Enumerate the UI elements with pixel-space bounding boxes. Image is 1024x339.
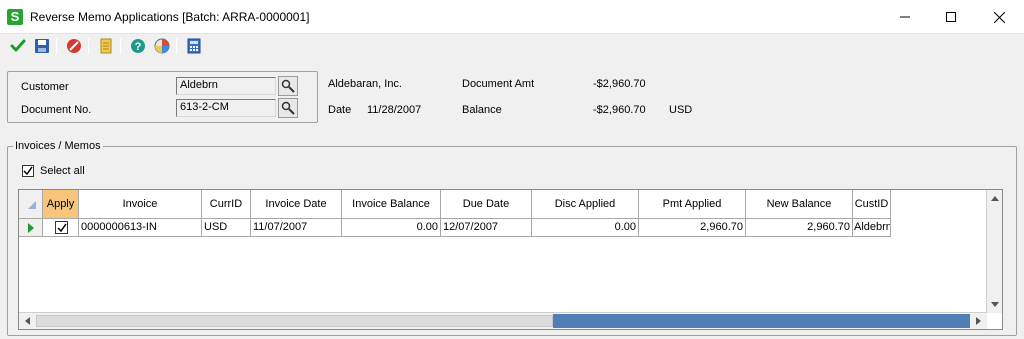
table-row[interactable]: 0000000613-IN USD 11/07/2007 0.00 12/07/… bbox=[19, 219, 987, 237]
toolbar: ? bbox=[0, 34, 1024, 58]
minimize-icon bbox=[900, 16, 910, 18]
select-all-label: Select all bbox=[40, 165, 85, 177]
custid-cell[interactable]: Aldebrn bbox=[853, 219, 891, 237]
toolbar-separator bbox=[176, 38, 177, 54]
maximize-button[interactable] bbox=[928, 0, 974, 34]
pmt-applied-cell[interactable]: 2,960.70 bbox=[639, 219, 746, 237]
arrow-down-icon bbox=[991, 301, 999, 307]
grid-header-row: Apply Invoice CurrID Invoice Date Invoic… bbox=[19, 190, 987, 219]
calculator-button[interactable] bbox=[184, 36, 204, 56]
svg-text:?: ? bbox=[135, 41, 142, 53]
web-button[interactable] bbox=[152, 36, 172, 56]
minimize-button[interactable] bbox=[882, 0, 928, 34]
invoice-cell[interactable]: 0000000613-IN bbox=[79, 219, 202, 237]
window-title: Reverse Memo Applications [Batch: ARRA-0… bbox=[30, 10, 310, 24]
currid-cell[interactable]: USD bbox=[202, 219, 251, 237]
help-button[interactable]: ? bbox=[128, 36, 148, 56]
maximize-icon bbox=[946, 12, 956, 22]
column-header-custid[interactable]: CustID bbox=[853, 190, 891, 219]
help-icon: ? bbox=[131, 39, 145, 53]
disc-applied-cell[interactable]: 0.00 bbox=[532, 219, 639, 237]
column-header-pmt-applied[interactable]: Pmt Applied bbox=[639, 190, 746, 219]
date-label: Date bbox=[328, 104, 352, 116]
select-all-checkbox[interactable] bbox=[22, 165, 34, 177]
scroll-left-button[interactable] bbox=[19, 313, 35, 329]
close-button[interactable] bbox=[976, 0, 1022, 34]
checkmark-icon bbox=[56, 223, 67, 232]
apply-checkbox[interactable] bbox=[55, 221, 68, 234]
search-icon bbox=[281, 101, 295, 115]
column-header-invoice-balance[interactable]: Invoice Balance bbox=[342, 190, 441, 219]
checkmark-icon bbox=[10, 39, 26, 52]
column-header-apply[interactable]: Apply bbox=[43, 190, 79, 219]
vertical-scrollbar[interactable] bbox=[986, 190, 1002, 313]
notes-icon bbox=[100, 38, 112, 54]
toolbar-separator bbox=[120, 38, 121, 54]
apply-cell[interactable] bbox=[43, 219, 79, 237]
document-no-field[interactable]: 613-2-CM bbox=[176, 99, 276, 117]
title-bar: S Reverse Memo Applications [Batch: ARRA… bbox=[0, 0, 1024, 34]
arrow-left-icon bbox=[24, 317, 30, 325]
customer-name: Aldebaran, Inc. bbox=[328, 78, 402, 90]
finish-button[interactable] bbox=[8, 36, 28, 56]
grid-corner-cell[interactable] bbox=[19, 190, 43, 219]
customer-label: Customer bbox=[21, 81, 69, 93]
toolbar-separator bbox=[56, 38, 57, 54]
invoice-balance-cell[interactable]: 0.00 bbox=[342, 219, 441, 237]
invoices-grid[interactable]: Apply Invoice CurrID Invoice Date Invoic… bbox=[18, 189, 1003, 330]
save-icon bbox=[35, 39, 49, 53]
arrow-up-icon bbox=[991, 195, 999, 201]
close-icon bbox=[993, 11, 1005, 23]
document-lookup-button[interactable] bbox=[278, 98, 298, 118]
horizontal-scrollbar[interactable] bbox=[19, 312, 987, 329]
scroll-down-button[interactable] bbox=[987, 296, 1002, 312]
column-header-invoice[interactable]: Invoice bbox=[79, 190, 202, 219]
arrow-right-icon bbox=[975, 317, 981, 325]
current-row-indicator[interactable] bbox=[19, 219, 43, 237]
invoice-date-cell[interactable]: 11/07/2007 bbox=[251, 219, 342, 237]
cancel-button[interactable] bbox=[64, 36, 84, 56]
balance-label: Balance bbox=[462, 104, 502, 116]
document-amt-value: -$2,960.70 bbox=[593, 78, 646, 90]
currency-label: USD bbox=[669, 104, 693, 116]
web-icon bbox=[154, 38, 170, 54]
document-amt-label: Document Amt bbox=[462, 78, 535, 90]
customer-lookup-button[interactable] bbox=[278, 76, 298, 96]
column-header-currid[interactable]: CurrID bbox=[202, 190, 251, 219]
sort-corner-icon bbox=[27, 201, 36, 209]
calculator-icon bbox=[187, 38, 201, 54]
search-icon bbox=[281, 79, 295, 93]
document-no-label: Document No. bbox=[21, 104, 92, 116]
scroll-right-button[interactable] bbox=[970, 313, 986, 329]
column-header-due-date[interactable]: Due Date bbox=[441, 190, 532, 219]
invoices-group-caption: Invoices / Memos bbox=[13, 140, 103, 152]
row-pointer-icon bbox=[27, 222, 34, 233]
cancel-icon bbox=[67, 39, 81, 53]
new-balance-cell[interactable]: 2,960.70 bbox=[746, 219, 853, 237]
save-button[interactable] bbox=[32, 36, 52, 56]
app-logo-icon: S bbox=[7, 9, 23, 25]
balance-value: -$2,960.70 bbox=[593, 104, 646, 116]
notes-button[interactable] bbox=[96, 36, 116, 56]
customer-field[interactable]: Aldebrn bbox=[176, 77, 276, 95]
column-header-new-balance[interactable]: New Balance bbox=[746, 190, 853, 219]
column-header-invoice-date[interactable]: Invoice Date bbox=[251, 190, 342, 219]
scroll-up-button[interactable] bbox=[987, 190, 1002, 206]
checkmark-icon bbox=[23, 166, 33, 176]
scroll-thumb[interactable] bbox=[553, 314, 970, 328]
toolbar-separator bbox=[88, 38, 89, 54]
scroll-track[interactable] bbox=[36, 315, 553, 327]
due-date-cell[interactable]: 12/07/2007 bbox=[441, 219, 532, 237]
column-header-disc-applied[interactable]: Disc Applied bbox=[532, 190, 639, 219]
date-value: 11/28/2007 bbox=[367, 104, 422, 116]
